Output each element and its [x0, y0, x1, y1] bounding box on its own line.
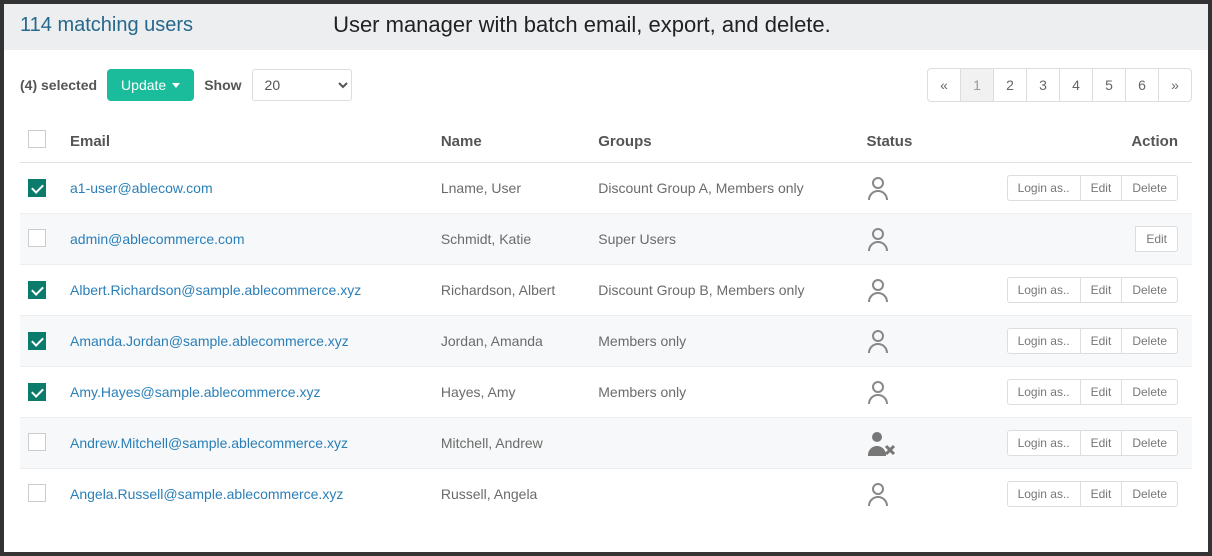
edit-button[interactable]: Edit	[1080, 328, 1123, 354]
user-icon	[858, 163, 958, 214]
user-icon	[858, 265, 958, 316]
login_as-button[interactable]: Login as..	[1007, 175, 1081, 201]
action-cell: Login as..EditDelete	[958, 163, 1192, 214]
email-link[interactable]: Amy.Hayes@sample.ablecommerce.xyz	[70, 384, 320, 400]
user-icon	[858, 367, 958, 418]
login_as-button[interactable]: Login as..	[1007, 379, 1081, 405]
table-row: Andrew.Mitchell@sample.ablecommerce.xyz M…	[20, 418, 1192, 469]
delete-button[interactable]: Delete	[1121, 379, 1178, 405]
col-groups[interactable]: Groups	[590, 120, 858, 163]
groups-cell: Members only	[590, 367, 858, 418]
groups-cell	[590, 469, 858, 520]
login_as-button[interactable]: Login as..	[1007, 481, 1081, 507]
row-checkbox[interactable]	[28, 383, 46, 401]
col-email[interactable]: Email	[62, 120, 433, 163]
users-table: Email Name Groups Status Action a1-user@…	[20, 120, 1192, 519]
edit-button[interactable]: Edit	[1080, 481, 1123, 507]
name-cell: Hayes, Amy	[433, 367, 590, 418]
row-checkbox[interactable]	[28, 433, 46, 451]
col-status[interactable]: Status	[858, 120, 958, 163]
col-action: Action	[958, 120, 1192, 163]
pager: «123456»	[928, 68, 1192, 102]
login_as-button[interactable]: Login as..	[1007, 430, 1081, 456]
groups-cell: Super Users	[590, 214, 858, 265]
page-size-select[interactable]: 20	[252, 69, 352, 101]
user-icon	[858, 214, 958, 265]
groups-cell: Discount Group A, Members only	[590, 163, 858, 214]
action-cell: Edit	[958, 214, 1192, 265]
action-cell: Login as..EditDelete	[958, 316, 1192, 367]
pager-btn-«[interactable]: «	[927, 68, 961, 102]
delete-button[interactable]: Delete	[1121, 481, 1178, 507]
email-link[interactable]: Andrew.Mitchell@sample.ablecommerce.xyz	[70, 435, 348, 451]
user-icon	[858, 316, 958, 367]
show-label: Show	[204, 77, 241, 93]
pager-btn-1[interactable]: 1	[960, 68, 994, 102]
login_as-button[interactable]: Login as..	[1007, 277, 1081, 303]
pager-btn-4[interactable]: 4	[1059, 68, 1093, 102]
table-row: Amy.Hayes@sample.ablecommerce.xyz Hayes, …	[20, 367, 1192, 418]
table-row: Albert.Richardson@sample.ablecommerce.xy…	[20, 265, 1192, 316]
pager-btn-5[interactable]: 5	[1092, 68, 1126, 102]
pager-btn-»[interactable]: »	[1158, 68, 1192, 102]
email-link[interactable]: admin@ablecommerce.com	[70, 231, 245, 247]
groups-cell	[590, 418, 858, 469]
row-checkbox[interactable]	[28, 281, 46, 299]
edit-button[interactable]: Edit	[1135, 226, 1178, 252]
email-link[interactable]: Albert.Richardson@sample.ablecommerce.xy…	[70, 282, 361, 298]
name-cell: Richardson, Albert	[433, 265, 590, 316]
caret-down-icon	[172, 83, 180, 88]
delete-button[interactable]: Delete	[1121, 175, 1178, 201]
select-all-checkbox[interactable]	[28, 130, 46, 148]
email-link[interactable]: Amanda.Jordan@sample.ablecommerce.xyz	[70, 333, 349, 349]
table-row: Amanda.Jordan@sample.ablecommerce.xyz Jor…	[20, 316, 1192, 367]
name-cell: Lname, User	[433, 163, 590, 214]
name-cell: Mitchell, Andrew	[433, 418, 590, 469]
row-checkbox[interactable]	[28, 229, 46, 247]
groups-cell: Members only	[590, 316, 858, 367]
row-checkbox[interactable]	[28, 332, 46, 350]
delete-button[interactable]: Delete	[1121, 430, 1178, 456]
action-cell: Login as..EditDelete	[958, 265, 1192, 316]
groups-cell: Discount Group B, Members only	[590, 265, 858, 316]
name-cell: Russell, Angela	[433, 469, 590, 520]
action-cell: Login as..EditDelete	[958, 418, 1192, 469]
pager-btn-3[interactable]: 3	[1026, 68, 1060, 102]
pager-btn-6[interactable]: 6	[1125, 68, 1159, 102]
email-link[interactable]: a1-user@ablecow.com	[70, 180, 213, 196]
page-title: User manager with batch email, export, a…	[213, 12, 1192, 38]
delete-button[interactable]: Delete	[1121, 328, 1178, 354]
name-cell: Schmidt, Katie	[433, 214, 590, 265]
edit-button[interactable]: Edit	[1080, 379, 1123, 405]
col-name[interactable]: Name	[433, 120, 590, 163]
row-checkbox[interactable]	[28, 484, 46, 502]
header-bar: 114 matching users User manager with bat…	[4, 4, 1208, 50]
edit-button[interactable]: Edit	[1080, 277, 1123, 303]
table-row: a1-user@ablecow.com Lname, UserDiscount G…	[20, 163, 1192, 214]
selected-count: (4) selected	[20, 77, 97, 93]
action-cell: Login as..EditDelete	[958, 367, 1192, 418]
action-cell: Login as..EditDelete	[958, 469, 1192, 520]
login_as-button[interactable]: Login as..	[1007, 328, 1081, 354]
name-cell: Jordan, Amanda	[433, 316, 590, 367]
edit-button[interactable]: Edit	[1080, 175, 1123, 201]
table-row: Angela.Russell@sample.ablecommerce.xyz Ru…	[20, 469, 1192, 520]
pager-btn-2[interactable]: 2	[993, 68, 1027, 102]
toolbar: (4) selected Update Show 20 «123456»	[20, 68, 1192, 102]
user-icon	[858, 469, 958, 520]
update-button[interactable]: Update	[107, 69, 194, 101]
email-link[interactable]: Angela.Russell@sample.ablecommerce.xyz	[70, 486, 343, 502]
row-checkbox[interactable]	[28, 179, 46, 197]
delete-button[interactable]: Delete	[1121, 277, 1178, 303]
user-disabled-icon	[858, 418, 958, 469]
edit-button[interactable]: Edit	[1080, 430, 1123, 456]
table-row: admin@ablecommerce.com Schmidt, KatieSupe…	[20, 214, 1192, 265]
matching-users-count: 114 matching users	[20, 14, 193, 37]
